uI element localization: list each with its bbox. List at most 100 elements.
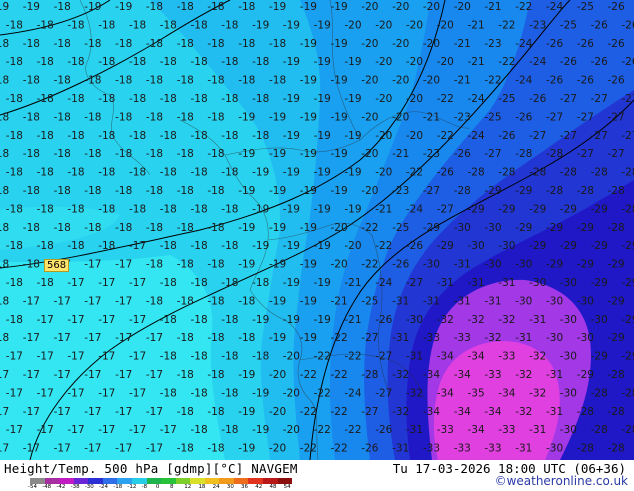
temperature-value: -20 <box>406 93 423 105</box>
temperature-value: -18 <box>238 332 255 344</box>
temperature-value: -27 <box>406 277 423 289</box>
temperature-value: -27 <box>484 148 501 160</box>
temperature-value: -17 <box>0 369 9 381</box>
temperature-value: -18 <box>115 38 132 50</box>
temperature-value: -18 <box>54 38 71 50</box>
temperature-value: -18 <box>0 75 9 87</box>
temperature-value: -18 <box>0 148 9 160</box>
temperature-value: -20 <box>392 111 409 123</box>
temperature-value: -27 <box>577 111 594 123</box>
temperature-value: -17 <box>115 332 132 344</box>
temperature-value: -26 <box>361 443 378 455</box>
temperature-value: -20 <box>344 19 361 31</box>
temperature-value: -19 <box>84 1 101 13</box>
temperature-value: -28 <box>577 406 594 418</box>
temperature-value: -26 <box>560 56 577 68</box>
temperature-value: -24 <box>375 277 392 289</box>
temperature-value: -31 <box>546 406 563 418</box>
temperature-value: -18 <box>221 314 238 326</box>
temperature-value: -20 <box>375 130 392 142</box>
temperature-value: -18 <box>160 130 177 142</box>
temperature-value: -18 <box>146 111 163 123</box>
temperature-value: -28 <box>361 369 378 381</box>
temperature-value: -26 <box>608 75 625 87</box>
temperature-value: -34 <box>454 406 471 418</box>
temperature-value: -22 <box>314 424 331 436</box>
temperature-value: -28 <box>591 387 608 399</box>
temperature-value: -29 <box>560 240 577 252</box>
temperature-value: -26 <box>546 75 563 87</box>
temperature-value: -30 <box>484 259 501 271</box>
temperature-value: -23 <box>484 38 501 50</box>
temperature-value: -26 <box>608 1 625 13</box>
temperature-value: -19 <box>344 130 361 142</box>
temperature-value: -28 <box>591 167 608 179</box>
temperature-value: -21 <box>344 277 361 289</box>
temperature-value: -22 <box>314 387 331 399</box>
temperature-value: -18 <box>160 19 177 31</box>
temperature-value: -33 <box>423 443 440 455</box>
temperature-value: -19 <box>283 240 300 252</box>
temperature-value: -17 <box>54 295 71 307</box>
temperature-value: -20 <box>375 93 392 105</box>
temperature-value: -17 <box>146 443 163 455</box>
temperature-value: -28 <box>577 443 594 455</box>
temperature-value: -18 <box>191 351 208 363</box>
temperature-value: -17 <box>98 351 115 363</box>
temperature-value: -18 <box>84 38 101 50</box>
temperature-value: -20 <box>361 1 378 13</box>
temperature-value: -18 <box>6 19 23 31</box>
temperature-value: -29 <box>621 240 634 252</box>
temperature-value: -30 <box>577 332 594 344</box>
temperature-value: -32 <box>529 387 546 399</box>
temperature-value: -18 <box>84 185 101 197</box>
temperature-value: -27 <box>546 111 563 123</box>
temperature-value: -18 <box>98 93 115 105</box>
temperature-value: -19 <box>300 38 317 50</box>
temperature-value: -22 <box>361 222 378 234</box>
temperature-value: -18 <box>129 93 146 105</box>
temperature-value: -25 <box>498 93 515 105</box>
temperature-value: -17 <box>37 424 54 436</box>
temperature-value: -18 <box>269 38 286 50</box>
temperature-value: -18 <box>0 222 9 234</box>
temperature-value: -30 <box>468 240 485 252</box>
temperature-value: -19 <box>344 167 361 179</box>
temperature-value: -28 <box>621 203 634 215</box>
temperature-value: -35 <box>468 387 485 399</box>
temperature-value: -19 <box>283 19 300 31</box>
temperature-value: -29 <box>468 203 485 215</box>
temperature-value: -30 <box>529 277 546 289</box>
temperature-value: -27 <box>361 332 378 344</box>
temperature-value: -18 <box>221 240 238 252</box>
temperature-value: -18 <box>6 314 23 326</box>
temperature-value: -31 <box>546 369 563 381</box>
temperature-value: -28 <box>454 185 471 197</box>
temperature-value: -20 <box>454 1 471 13</box>
temperature-value: -24 <box>344 387 361 399</box>
temperature-value: -18 <box>67 167 84 179</box>
temperature-value: -18 <box>252 351 269 363</box>
temperature-value: -19 <box>238 443 255 455</box>
temperature-value: -25 <box>577 1 594 13</box>
temperature-value: -28 <box>608 443 625 455</box>
temperature-value: -29 <box>560 203 577 215</box>
temperature-value: -18 <box>37 167 54 179</box>
temperature-value: -20 <box>423 75 440 87</box>
temperature-value: -18 <box>207 111 224 123</box>
temperature-value: -18 <box>146 148 163 160</box>
temperature-value: -20 <box>361 38 378 50</box>
temperature-value: -29 <box>591 203 608 215</box>
temperature-value: -33 <box>454 443 471 455</box>
temperature-value: -19 <box>238 369 255 381</box>
temperature-value: -30 <box>577 295 594 307</box>
temperature-value: -20 <box>361 185 378 197</box>
temperature-value: -28 <box>468 167 485 179</box>
temperature-value: -20 <box>437 19 454 31</box>
temperature-value: -29 <box>546 259 563 271</box>
temperature-value: -31 <box>515 332 532 344</box>
temperature-value: -19 <box>238 222 255 234</box>
temperature-value: -18 <box>177 75 194 87</box>
temperature-value: -17 <box>129 277 146 289</box>
temperature-value: -23 <box>392 185 409 197</box>
